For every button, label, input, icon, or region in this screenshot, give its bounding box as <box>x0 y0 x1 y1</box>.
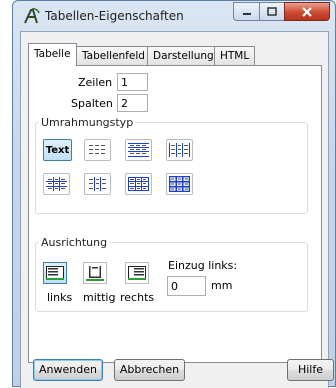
title-bar[interactable]: Tabellen-Eigenschaften <box>13 1 335 31</box>
rows-label: Zeilen <box>78 76 113 89</box>
minimize-icon <box>242 12 251 15</box>
cancel-button[interactable]: Abbrechen <box>114 359 185 381</box>
tab-tabelle[interactable]: Tabelle <box>28 43 77 66</box>
maximize-button[interactable] <box>259 2 285 21</box>
align-right-icon <box>128 266 146 280</box>
indent-label: Einzug links: <box>168 259 238 272</box>
tab-panel: Zeilen Spalten Umrahmungstyp Text <box>28 65 322 363</box>
border-type-rows-cols-button[interactable] <box>43 173 70 195</box>
align-left-icon <box>46 266 64 280</box>
table-outer-grid-icon <box>128 177 149 191</box>
align-left-button[interactable] <box>43 262 67 284</box>
close-button[interactable] <box>284 2 330 21</box>
app-icon <box>24 8 40 24</box>
rows-input[interactable] <box>117 73 148 91</box>
table-grid-inner-icon <box>46 177 67 191</box>
table-col-lines-icon <box>169 143 190 157</box>
align-left-label: links <box>47 291 73 304</box>
align-center-icon <box>86 266 104 281</box>
maximize-icon <box>267 7 277 16</box>
align-right-label: rechts <box>120 291 155 304</box>
apply-button[interactable]: Anwenden <box>33 359 103 381</box>
table-full-grid-icon <box>169 176 190 192</box>
indent-unit: mm <box>211 279 233 292</box>
border-type-text-label: Text <box>45 144 70 156</box>
cols-label: Spalten <box>71 97 113 110</box>
minimize-button[interactable] <box>233 2 260 21</box>
dialog-window: Tabellen-Eigenschaften Tabelle Tabellenf… <box>12 0 336 388</box>
table-no-border-icon <box>89 145 105 154</box>
indent-input[interactable] <box>167 276 206 296</box>
align-right-button[interactable] <box>125 262 149 284</box>
border-type-none-button[interactable] <box>84 139 111 161</box>
align-center-button[interactable] <box>83 262 107 284</box>
tab-html[interactable]: HTML <box>214 46 256 65</box>
border-type-outer-grid-button[interactable] <box>125 173 152 195</box>
table-dashed-grid-icon <box>89 177 106 191</box>
window-title: Tabellen-Eigenschaften <box>45 9 184 23</box>
border-type-full-grid-button[interactable] <box>166 173 193 195</box>
align-center-label: mittig <box>83 291 116 304</box>
border-type-dashed-grid-button[interactable] <box>84 173 111 195</box>
border-type-rows-button[interactable] <box>125 139 152 161</box>
alignment-title: Ausrichtung <box>39 236 110 249</box>
close-icon <box>302 6 312 17</box>
border-type-title: Umrahmungstyp <box>39 116 136 129</box>
table-row-lines-icon <box>128 143 149 157</box>
border-type-group <box>35 122 308 214</box>
tab-tabellenfeld[interactable]: Tabellenfeld <box>76 46 151 65</box>
dialog-client: Tabelle Tabellenfeld Darstellung HTML Ze… <box>20 31 334 388</box>
cols-input[interactable] <box>117 94 148 112</box>
help-button[interactable]: Hilfe <box>287 359 334 381</box>
tab-darstellung[interactable]: Darstellung <box>147 46 220 65</box>
border-type-cols-button[interactable] <box>166 139 193 161</box>
border-type-text-button[interactable]: Text <box>43 139 72 161</box>
